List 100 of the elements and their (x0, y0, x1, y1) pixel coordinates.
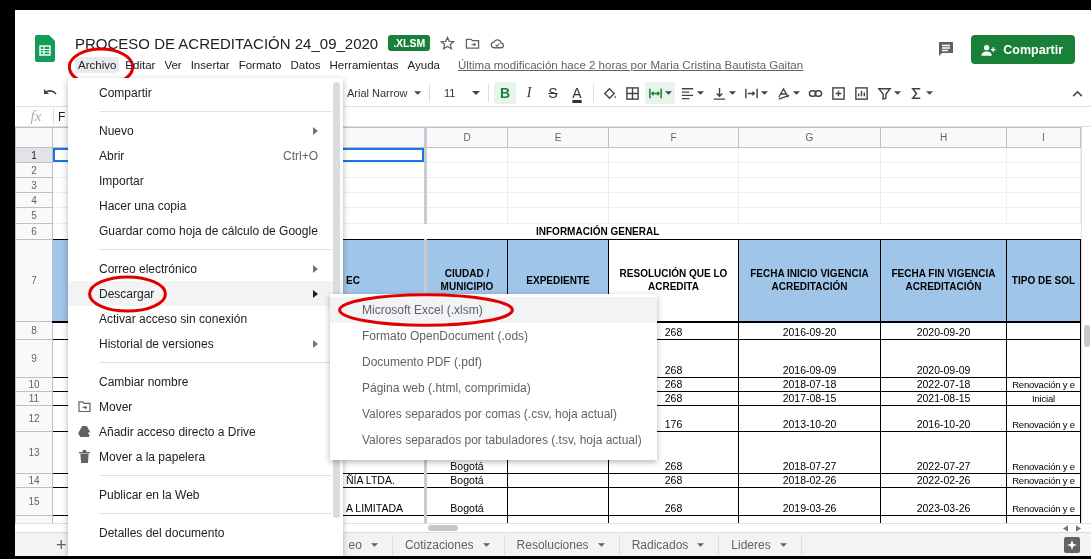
chart-icon (854, 85, 869, 101)
menu-item[interactable]: Importar (68, 168, 343, 193)
row-header[interactable]: 7 (15, 239, 53, 322)
table-cell: 2016-09-09 (738, 339, 881, 378)
last-edit-link[interactable]: Última modificación hace 2 horas por Maria Cristina Bautista Gaitan (458, 59, 804, 71)
column-title: FECHA FIN VIGENCIA ACREDITACIÓN (880, 239, 1007, 322)
table-cell: 2022-02-26 (880, 473, 1007, 488)
caret-icon (697, 91, 704, 95)
document-title[interactable]: PROCESO DE ACREDITACIÓN 24_09_2020 (75, 34, 379, 52)
font-size-dropdown[interactable]: 11 (441, 85, 483, 101)
menu-item[interactable]: Hacer una copia (68, 193, 343, 218)
column-header[interactable]: D (425, 127, 508, 148)
menu-item[interactable]: Herramientas (326, 57, 402, 73)
table-cell: Renovación y e (1006, 377, 1081, 392)
format-button[interactable]: A (566, 82, 588, 104)
section-title: INFORMACIÓN GENERAL (536, 226, 660, 237)
submenu-arrow-icon (313, 339, 318, 348)
scroll-left-icon[interactable] (1063, 524, 1068, 532)
sheet-tab[interactable]: Lideres (719, 534, 802, 555)
column-header[interactable]: G (738, 127, 881, 148)
drive-icon (78, 426, 91, 437)
paint-bucket-icon (602, 85, 617, 101)
filter-icon (877, 85, 892, 101)
caret-icon (697, 542, 705, 547)
table-cell: 2019-03-26 (738, 487, 881, 516)
sheet-tab[interactable]: Radicados (619, 534, 720, 555)
caret-icon (482, 542, 490, 547)
sheet-tab[interactable]: Resoluciones (504, 534, 620, 555)
column-header[interactable]: H (880, 127, 1007, 148)
row-header[interactable]: 12 (15, 405, 53, 432)
row-header[interactable]: 13 (15, 431, 53, 474)
submenu-arrow-icon (313, 264, 318, 273)
scroll-right-icon[interactable] (1076, 524, 1081, 532)
caret-icon (761, 91, 768, 95)
table-cell: 2017-08-15 (738, 391, 881, 406)
merge-tool-button[interactable] (645, 82, 675, 104)
font-dropdown[interactable]: Arial Narrow (344, 85, 424, 101)
column-header[interactable]: F (608, 127, 739, 148)
menu-item[interactable]: Ayuda (404, 57, 443, 73)
add-comment-icon (831, 85, 846, 101)
menu-item[interactable]: Insertar (187, 57, 233, 73)
borders-icon (625, 85, 640, 101)
table-cell: Renovación y e (1006, 473, 1081, 488)
share-button[interactable]: Compartir (971, 35, 1075, 64)
shortcut-text: Ctrl+O (283, 148, 318, 163)
table-cell: 2016-09-20 (738, 321, 881, 340)
folder-icon (78, 401, 91, 412)
table-cell: 268 (608, 473, 739, 488)
table-cell: 2022-07-27 (880, 431, 1007, 474)
format-button[interactable]: S (542, 82, 564, 104)
table-cell: 2023-03-26 (880, 487, 1007, 516)
menu-item[interactable]: Compartir (68, 80, 343, 105)
collapse-icon[interactable] (1072, 89, 1083, 97)
table-cell: 2013-10-20 (738, 405, 881, 432)
menu-item[interactable]: Descargar (68, 281, 343, 306)
caret-icon (413, 91, 421, 95)
scrollbar-thumb[interactable] (428, 525, 458, 531)
menu-item[interactable]: Formato (235, 57, 285, 73)
format-button[interactable]: I (518, 82, 540, 104)
formula-input[interactable]: F (58, 109, 66, 124)
menu-item[interactable]: Abrir Ctrl+O (68, 143, 343, 168)
add-sheet-button[interactable]: + (56, 535, 67, 554)
menu-item[interactable]: Correo electrónico (68, 256, 343, 281)
sheets-logo-icon[interactable] (35, 35, 55, 62)
caret-icon (370, 542, 378, 547)
column-header[interactable]: E (507, 127, 609, 148)
table-cell: 2018-07-18 (738, 377, 881, 392)
caret-icon (665, 91, 672, 95)
table-cell: Renovación y e (1006, 431, 1081, 474)
table-cell: 2016-10-20 (880, 405, 1007, 432)
file-type-badge: .XLSM (388, 35, 431, 51)
caret-icon (597, 542, 605, 547)
vertical-scrollbar[interactable] (1081, 127, 1091, 523)
menu-item[interactable]: Datos (287, 57, 324, 73)
submenu-arrow-icon (313, 289, 318, 298)
format-button[interactable]: B (494, 82, 516, 104)
explore-icon[interactable] (1064, 536, 1080, 553)
row-header[interactable]: 9 (15, 339, 53, 378)
star-icon[interactable] (440, 35, 456, 51)
scrollbar-thumb[interactable] (1083, 325, 1090, 347)
sheet-tab[interactable]: Cotizaciones (392, 534, 505, 555)
text-rotation-icon (776, 85, 791, 101)
menu-item[interactable]: Ver (161, 57, 185, 73)
caret-icon (894, 91, 901, 95)
column-title: TIPO DE SOL (1006, 239, 1081, 322)
menu-item[interactable]: Archivo (75, 57, 120, 73)
row-header[interactable]: 15 (15, 487, 53, 516)
comment-icon[interactable] (937, 40, 956, 58)
table-cell: 2018-02-26 (738, 473, 881, 488)
menu-item[interactable]: Nuevo (68, 118, 343, 143)
table-cell: 268 (608, 487, 739, 516)
table-cell: Bogotá (425, 487, 508, 516)
table-cell: Renovación y e (1006, 405, 1081, 432)
caret-icon (926, 91, 933, 95)
caret-icon (793, 91, 800, 95)
table-cell: 2018-07-27 (738, 431, 881, 474)
column-header[interactable]: I (1006, 127, 1081, 148)
menu-item[interactable]: Microsoft Excel (.xlsm) (330, 297, 657, 323)
caret-icon (729, 91, 736, 95)
person-icon (981, 43, 997, 56)
